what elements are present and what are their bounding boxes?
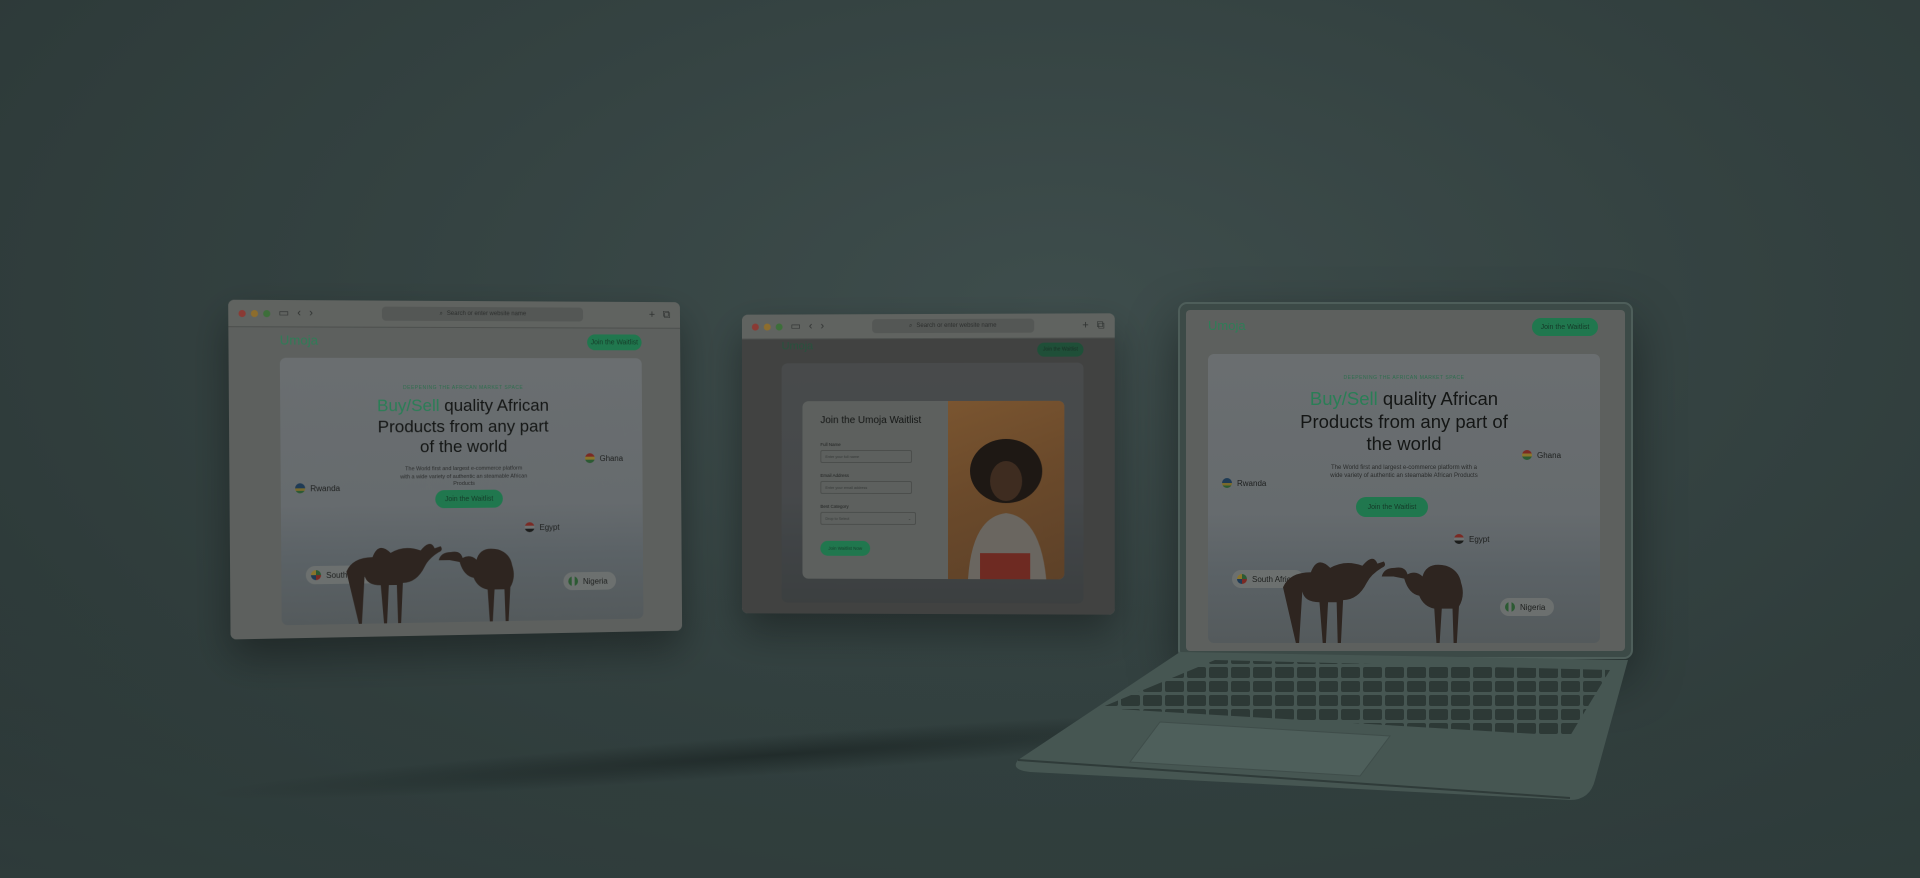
- nigeria-flag-icon: [568, 576, 579, 587]
- brand-logo[interactable]: Umoja: [1208, 318, 1246, 333]
- new-tab-icon[interactable]: +: [649, 308, 655, 320]
- left-browser-window: ▭ ‹ › ⌕ Search or enter website name + ⧉…: [228, 299, 683, 640]
- new-tab-icon[interactable]: +: [1082, 319, 1088, 331]
- headline-accent: Buy/Sell: [376, 396, 440, 416]
- country-ghana: Ghana: [584, 453, 623, 464]
- minimize-dot[interactable]: [250, 309, 259, 317]
- waitlist-modal: Join the Umoja Waitlist Full Name Enter …: [802, 400, 1065, 580]
- minimize-dot[interactable]: [763, 323, 771, 331]
- window-controls: [238, 309, 271, 317]
- hero-join-button[interactable]: Join the Waitlist: [1356, 497, 1428, 517]
- headline-accent: Buy/Sell: [1309, 388, 1378, 409]
- hero-section: DEEPENING THE AFRICAN MARKET SPACE Buy/S…: [279, 357, 644, 626]
- model-photo: [947, 400, 1065, 580]
- landing-page: Umoja Join the Waitlist DEEPENING THE AF…: [228, 327, 683, 640]
- join-waitlist-nav-button[interactable]: Join the Waitlist: [587, 334, 642, 351]
- sidebar-icon[interactable]: ▭: [791, 320, 801, 332]
- browser-toolbar: ▭ ‹ › ⌕ Search or enter website name + ⧉: [741, 313, 1115, 340]
- tabs-overview-icon[interactable]: ⧉: [1097, 319, 1105, 331]
- full-name-input[interactable]: Enter your full name: [820, 450, 913, 464]
- landing-page-dimmed: Umoja Join the Waitlist Join the Umoja W…: [741, 338, 1115, 615]
- country-nigeria: Nigeria: [1500, 598, 1555, 616]
- chevron-down-icon: ⌄: [907, 516, 912, 521]
- woman-portrait-image: [968, 438, 1047, 580]
- country-rwanda: Rwanda: [1222, 478, 1266, 488]
- address-placeholder: Search or enter website name: [446, 310, 527, 318]
- address-bar[interactable]: ⌕ Search or enter website name: [381, 306, 583, 322]
- category-select[interactable]: Drop to Select ⌄: [820, 511, 917, 525]
- maximize-dot[interactable]: [263, 309, 271, 317]
- hero-section: DEEPENING THE AFRICAN MARKET SPACE Buy/S…: [1208, 354, 1600, 643]
- camels-image: [346, 543, 515, 625]
- hero-subtext: The World first and largest e-commerce p…: [1330, 465, 1478, 480]
- browser-toolbar: ▭ ‹ › ⌕ Search or enter website name + ⧉: [228, 299, 681, 329]
- waitlist-form: Join the Umoja Waitlist Full Name Enter …: [802, 401, 948, 579]
- category-label: Best Category: [820, 503, 849, 509]
- join-waitlist-submit-button[interactable]: Join Waitlist Now: [820, 540, 871, 556]
- close-dot[interactable]: [751, 323, 759, 331]
- full-name-label: Full Name: [820, 442, 841, 448]
- email-input[interactable]: Enter your email address: [820, 480, 913, 494]
- rwanda-flag-icon: [294, 483, 306, 494]
- country-ghana: Ghana: [1522, 450, 1561, 460]
- camels-image: [1283, 558, 1463, 643]
- sidebar-icon[interactable]: ▭: [278, 307, 289, 319]
- rwanda-flag-icon: [1222, 478, 1232, 488]
- forward-icon[interactable]: ›: [820, 320, 824, 332]
- country-rwanda: Rwanda: [294, 483, 340, 494]
- ghana-flag-icon: [1522, 450, 1532, 460]
- laptop-keyboard-base: [1015, 652, 1628, 800]
- tabs-overview-icon[interactable]: ⧉: [663, 309, 671, 321]
- hero-eyebrow: DEEPENING THE AFRICAN MARKET SPACE: [403, 384, 524, 392]
- search-icon: ⌕: [439, 310, 443, 317]
- window-controls: [751, 323, 783, 331]
- hero-join-button[interactable]: Join the Waitlist: [435, 489, 503, 509]
- back-icon[interactable]: ‹: [297, 307, 301, 319]
- email-label: Email Address: [820, 472, 849, 478]
- ghana-flag-icon: [584, 453, 595, 464]
- back-icon[interactable]: ‹: [809, 320, 813, 332]
- join-waitlist-nav-button[interactable]: Join the Waitlist: [1532, 318, 1598, 336]
- address-bar[interactable]: ⌕ Search or enter website name: [871, 318, 1034, 334]
- middle-browser-window: ▭ ‹ › ⌕ Search or enter website name + ⧉…: [741, 313, 1115, 615]
- laptop-lid: Umoja Join the Waitlist DEEPENING THE AF…: [1178, 302, 1633, 659]
- country-nigeria: Nigeria: [563, 571, 617, 591]
- nigeria-flag-icon: [1505, 602, 1515, 612]
- laptop-screen: Umoja Join the Waitlist DEEPENING THE AF…: [1186, 310, 1625, 651]
- forward-icon[interactable]: ›: [309, 307, 313, 319]
- close-dot[interactable]: [238, 309, 246, 317]
- search-icon: ⌕: [909, 322, 913, 329]
- address-placeholder: Search or enter website name: [916, 322, 997, 330]
- brand-logo[interactable]: Umoja: [280, 332, 318, 347]
- south-africa-flag-icon: [1237, 574, 1247, 584]
- maximize-dot[interactable]: [775, 323, 783, 331]
- hero-eyebrow: DEEPENING THE AFRICAN MARKET SPACE: [1343, 375, 1465, 381]
- modal-title: Join the Umoja Waitlist: [820, 415, 922, 427]
- hero-headline: Buy/Sell quality African Products from a…: [280, 396, 642, 460]
- south-africa-flag-icon: [310, 570, 322, 581]
- hero-headline: Buy/Sell quality African Products from a…: [1208, 388, 1600, 456]
